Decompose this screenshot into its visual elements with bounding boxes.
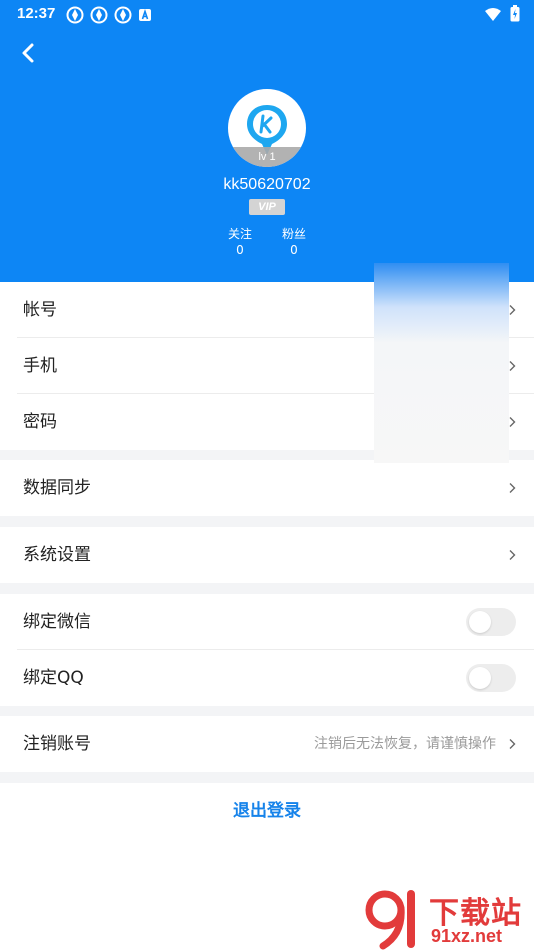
qq-toggle[interactable]	[466, 664, 516, 692]
username: kk50620702	[223, 176, 311, 193]
menu-item-settings[interactable]: 系统设置	[0, 527, 534, 583]
section-gap	[0, 706, 534, 716]
follow-label: 关注	[227, 227, 252, 241]
watermark-domain: 91xz.net	[431, 926, 503, 946]
chevron-right-icon	[509, 361, 516, 371]
chevron-right-icon	[509, 483, 516, 493]
app-notification-icon	[66, 6, 84, 24]
chevron-right-icon	[509, 417, 516, 427]
menu-item-bind-wechat: 绑定微信	[0, 594, 534, 650]
menu-item-label: 数据同步	[23, 478, 91, 498]
toggle-knob	[469, 667, 491, 689]
deactivate-hint: 注销后无法恢复，请谨慎操作	[314, 736, 496, 752]
menu-item-label: 帐号	[23, 300, 57, 320]
section-gap	[0, 516, 534, 527]
menu-item-label: 手机	[23, 356, 57, 376]
chevron-right-icon	[509, 739, 516, 749]
menu-item-bind-qq: 绑定QQ	[0, 650, 534, 706]
fans-label: 粉丝	[281, 227, 306, 241]
logout-button[interactable]: 退出登录	[0, 783, 534, 839]
back-arrow-icon[interactable]	[14, 38, 44, 68]
chevron-right-icon	[509, 550, 516, 560]
menu-item-label: 注销账号	[23, 734, 91, 754]
profile-header: 12:37 lv 1 kk50620702 VIP 关注 0 粉丝 0	[0, 0, 534, 282]
wifi-icon	[485, 7, 501, 21]
toggle-knob	[469, 611, 491, 633]
menu-item-label: 绑定微信	[23, 612, 91, 632]
avatar[interactable]: lv 1	[228, 89, 306, 167]
menu-item-label: 密码	[23, 412, 57, 432]
fans-stat[interactable]: 粉丝 0	[269, 226, 319, 258]
status-bar: 12:37	[0, 0, 534, 28]
fans-count: 0	[290, 243, 298, 257]
app-notification-icon	[90, 6, 108, 24]
system-status-icons	[484, 5, 520, 22]
menu-item-label: 系统设置	[23, 545, 91, 565]
section-gap	[0, 583, 534, 594]
menu-item-deactivate[interactable]: 注销账号 注销后无法恢复，请谨慎操作	[0, 716, 534, 772]
app-notification-icon	[114, 6, 132, 24]
watermark: 下载站 91xz.net	[363, 886, 534, 950]
vip-badge: VIP	[249, 199, 285, 215]
follow-count: 0	[236, 243, 244, 257]
notification-icons	[66, 6, 152, 24]
font-notification-icon	[139, 8, 151, 21]
battery-icon	[510, 5, 520, 22]
status-time: 12:37	[17, 5, 56, 22]
user-level: lv 1	[228, 147, 306, 167]
menu-item-label: 绑定QQ	[23, 668, 84, 688]
wechat-toggle[interactable]	[466, 608, 516, 636]
redaction-blur	[374, 263, 509, 463]
chevron-right-icon	[509, 305, 516, 315]
watermark-logo-icon	[365, 890, 415, 950]
follow-stat[interactable]: 关注 0	[215, 226, 265, 258]
section-gap	[0, 772, 534, 783]
menu-item-sync[interactable]: 数据同步	[0, 460, 534, 516]
